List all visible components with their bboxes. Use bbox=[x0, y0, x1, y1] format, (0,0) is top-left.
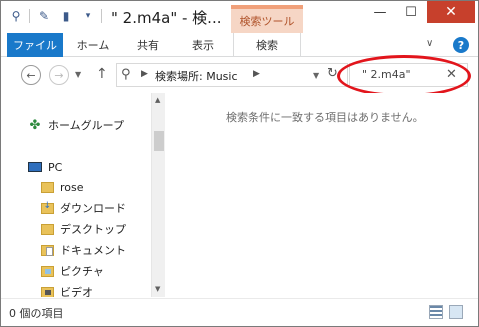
videos-folder-icon bbox=[39, 284, 55, 297]
tab-home[interactable]: ホーム bbox=[67, 33, 119, 57]
title-bar: ⚲ ✎ ▮ ▾ " 2.m4a" - 検... 検索ツール — ☐ ✕ bbox=[1, 1, 478, 33]
nav-item-label: ホームグループ bbox=[48, 119, 125, 132]
nav-item-label: PC bbox=[48, 160, 63, 174]
recent-locations-dropdown-icon[interactable]: ▼ bbox=[75, 70, 81, 79]
chevron-right-icon[interactable]: ▶ bbox=[253, 69, 260, 79]
nav-item-pictures[interactable]: ピクチャ bbox=[39, 261, 104, 281]
qat-dropdown-icon[interactable]: ▾ bbox=[79, 7, 97, 25]
qat-separator bbox=[101, 9, 102, 23]
item-count: 0 個の項目 bbox=[9, 307, 64, 320]
nav-item-desktop[interactable]: デスクトップ bbox=[39, 219, 126, 239]
properties-icon[interactable]: ✎ bbox=[35, 7, 53, 25]
folder-icon bbox=[39, 179, 55, 195]
no-results-message: 検索条件に一致する項目はありません。 bbox=[226, 111, 424, 124]
address-bar[interactable]: ⚲ ▶ 検索場所: Music ▶ ▼ ↻ bbox=[116, 63, 348, 87]
scroll-down-icon[interactable]: ▼ bbox=[155, 285, 160, 293]
tab-file[interactable]: ファイル bbox=[7, 33, 63, 57]
nav-item-label: デスクトップ bbox=[60, 223, 126, 236]
forward-button[interactable]: → bbox=[49, 65, 69, 85]
nav-item-homegroup[interactable]: ✤ ホームグループ bbox=[27, 115, 124, 135]
downloads-folder-icon bbox=[39, 200, 55, 216]
minimize-button[interactable]: — bbox=[365, 1, 395, 23]
nav-item-label: rose bbox=[60, 180, 84, 194]
nav-item-pc[interactable]: PC bbox=[27, 157, 62, 177]
address-path[interactable]: 検索場所: Music bbox=[155, 68, 238, 84]
desktop-folder-icon bbox=[39, 221, 55, 237]
large-icons-view-icon[interactable] bbox=[449, 305, 463, 319]
close-button[interactable]: ✕ bbox=[427, 1, 475, 23]
window-title: " 2.m4a" - 検... bbox=[111, 9, 222, 27]
expand-ribbon-icon[interactable]: ∨ bbox=[426, 38, 433, 49]
arrow-left-icon: ← bbox=[26, 68, 36, 82]
results-pane[interactable]: 検索条件に一致する項目はありません。 bbox=[166, 93, 478, 297]
qat-separator bbox=[29, 9, 30, 23]
nav-item-label: ビデオ bbox=[60, 286, 93, 297]
tab-view[interactable]: 表示 bbox=[177, 33, 229, 57]
up-button[interactable]: ↑ bbox=[96, 66, 108, 82]
documents-folder-icon bbox=[39, 242, 55, 258]
tab-share[interactable]: 共有 bbox=[125, 33, 171, 57]
homegroup-icon: ✤ bbox=[29, 117, 41, 133]
nav-item-documents[interactable]: ドキュメント bbox=[39, 240, 126, 260]
maximize-button[interactable]: ☐ bbox=[396, 1, 426, 23]
tab-search[interactable]: 検索 bbox=[233, 33, 301, 57]
search-location-icon: ⚲ bbox=[121, 67, 131, 82]
computer-icon bbox=[27, 159, 43, 175]
search-folder-icon[interactable]: ⚲ bbox=[7, 7, 25, 25]
explorer-window: ⚲ ✎ ▮ ▾ " 2.m4a" - 検... 検索ツール — ☐ ✕ ファイル… bbox=[0, 0, 479, 327]
arrow-right-icon: → bbox=[54, 68, 64, 82]
nav-item-downloads[interactable]: ダウンロード bbox=[39, 198, 126, 218]
status-bar: 0 個の項目 bbox=[1, 298, 478, 326]
ribbon-tabs: ファイル ホーム 共有 表示 検索 ∨ ? bbox=[1, 33, 478, 57]
nav-item-label: ピクチャ bbox=[60, 265, 104, 278]
pictures-folder-icon bbox=[39, 263, 55, 279]
back-button[interactable]: ← bbox=[21, 65, 41, 85]
new-folder-icon[interactable]: ▮ bbox=[57, 7, 75, 25]
nav-item-videos[interactable]: ビデオ bbox=[39, 282, 93, 297]
scrollbar-thumb[interactable] bbox=[154, 131, 164, 151]
address-dropdown-icon[interactable]: ▼ bbox=[313, 71, 319, 80]
chevron-right-icon[interactable]: ▶ bbox=[141, 69, 148, 79]
details-view-icon[interactable] bbox=[429, 305, 443, 319]
scroll-up-icon[interactable]: ▲ bbox=[155, 96, 160, 104]
red-annotation-ellipse bbox=[337, 55, 471, 97]
nav-item-label: ドキュメント bbox=[60, 244, 126, 257]
navigation-pane: ✤ ホームグループ PC rose ダウンロード デスクトップ ドキュメント ピ… bbox=[1, 93, 151, 297]
nav-pane-scrollbar[interactable]: ▲ ▼ bbox=[151, 93, 165, 297]
nav-item-rose[interactable]: rose bbox=[39, 177, 84, 197]
help-icon[interactable]: ? bbox=[453, 37, 469, 53]
nav-item-label: ダウンロード bbox=[60, 202, 126, 215]
search-tools-context-tab: 検索ツール bbox=[231, 5, 303, 33]
